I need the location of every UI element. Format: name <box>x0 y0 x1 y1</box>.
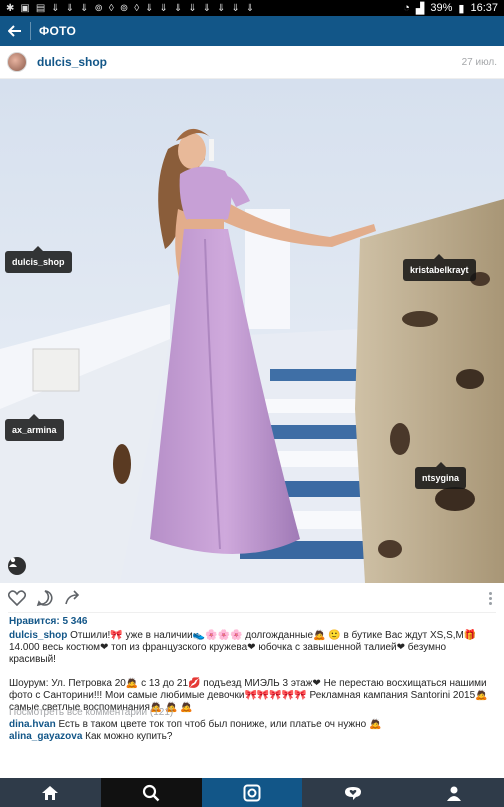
nav-activity[interactable] <box>302 778 403 807</box>
gallery-icon: ▤ <box>35 2 46 14</box>
post-caption: dulcis_shop Отшили!🎀 уже в наличии👟🌸🌸🌸 д… <box>9 630 495 714</box>
app-toolbar: ФОТО <box>0 16 504 46</box>
signal-icon: ▟ <box>415 2 425 15</box>
nav-camera[interactable] <box>201 778 303 807</box>
more-options-icon[interactable] <box>484 589 496 607</box>
home-icon <box>42 785 59 800</box>
likes-count[interactable]: Нравится: 5 346 <box>9 616 87 627</box>
download-icon: ⇓ <box>202 2 212 14</box>
status-right: ◔ ▟ 39% ▮ 16:37 <box>403 2 498 15</box>
nav-search[interactable] <box>100 778 202 807</box>
caption-paragraph: dulcis_shop Отшили!🎀 уже в наличии👟🌸🌸🌸 д… <box>9 630 495 666</box>
battery-icon: ▮ <box>458 2 465 15</box>
notification-icon: ▣ <box>20 2 30 14</box>
camera-icon <box>243 784 261 801</box>
heart-icon[interactable] <box>8 589 26 607</box>
bottom-navigation <box>0 778 504 807</box>
download-icon: ⇓ <box>51 2 60 14</box>
clock: 16:37 <box>470 2 498 14</box>
photo-tag[interactable]: ax_armina <box>5 414 64 441</box>
divider <box>8 612 496 613</box>
download-icon: ⇓ <box>231 2 240 14</box>
post-timestamp: 27 июл. <box>461 56 497 68</box>
download-icon: ⇓ <box>188 2 197 14</box>
download-icon: ⇓ <box>173 2 183 14</box>
download-icon: ⇓ <box>145 2 154 14</box>
toolbar-divider <box>30 22 31 40</box>
caption-username[interactable]: dulcis_shop <box>9 630 67 641</box>
comment: alina_gayazova Как можно купить? <box>9 731 495 743</box>
sync-icon: ⊚ <box>94 2 103 14</box>
comment-icon[interactable] <box>36 589 54 607</box>
activity-bubble-icon <box>344 786 361 800</box>
photo-illustration <box>0 79 504 583</box>
comment: dina.hvan Есть в таком цвете ток топ что… <box>9 719 495 731</box>
status-bar: ✱ ▣ ▤ ⇓ ⇓ ⇓ ⊚ ◊ ⊚ ◊ ⇓ ⇓ ⇓ ⇓ ⇓ ⇓ ⇓ ⇓ ◔ ▟ … <box>0 0 504 16</box>
view-all-comments-link[interactable]: Посмотреть все комментарии (121) <box>9 707 173 718</box>
post-photo[interactable]: dulcis_shop kristabelkrayt ax_armina nts… <box>0 79 504 583</box>
battery-level: 39% <box>430 2 453 14</box>
avatar[interactable] <box>7 52 27 72</box>
nav-profile[interactable] <box>403 778 504 807</box>
search-icon <box>143 784 160 801</box>
post-header: dulcis_shop 27 июл. <box>0 46 504 79</box>
comment-username[interactable]: dina.hvan <box>9 719 56 730</box>
comment-text: Есть в таком цвете ток топ чтоб был пони… <box>58 719 382 730</box>
comment-username[interactable]: alina_gayazova <box>9 731 82 742</box>
bluetooth-icon: ✱ <box>6 2 15 14</box>
download-icon: ⇓ <box>159 2 168 14</box>
tagged-people-icon[interactable] <box>8 557 26 575</box>
post-username[interactable]: dulcis_shop <box>37 55 107 69</box>
comment-text: Как можно купить? <box>85 731 173 742</box>
photo-tag[interactable]: kristabelkrayt <box>403 254 476 281</box>
caption-text: Отшили!🎀 уже в наличии👟🌸🌸🌸 долгожданные🙇… <box>9 630 477 665</box>
ethereum-icon: ◊ <box>108 2 114 14</box>
download-icon: ⇓ <box>217 2 226 14</box>
photo-tag[interactable]: dulcis_shop <box>5 246 72 273</box>
page-title: ФОТО <box>39 24 77 38</box>
profile-icon <box>446 786 461 801</box>
wifi-icon: ◔ <box>403 2 410 14</box>
download-icon: ⇓ <box>245 2 255 14</box>
share-icon[interactable] <box>64 589 82 607</box>
nav-home[interactable] <box>0 778 101 807</box>
photo-tag[interactable]: ntsygina <box>415 462 467 489</box>
notification-icons: ✱ ▣ ▤ ⇓ ⇓ ⇓ ⊚ ◊ ⊚ ◊ ⇓ ⇓ ⇓ ⇓ ⇓ ⇓ ⇓ ⇓ <box>6 3 254 14</box>
post-actions <box>0 583 504 613</box>
ethereum-icon: ◊ <box>134 2 140 14</box>
download-icon: ⇓ <box>80 2 89 14</box>
back-arrow-icon[interactable] <box>0 16 30 46</box>
download-icon: ⇓ <box>65 2 75 14</box>
sync-icon: ⊚ <box>119 2 129 14</box>
